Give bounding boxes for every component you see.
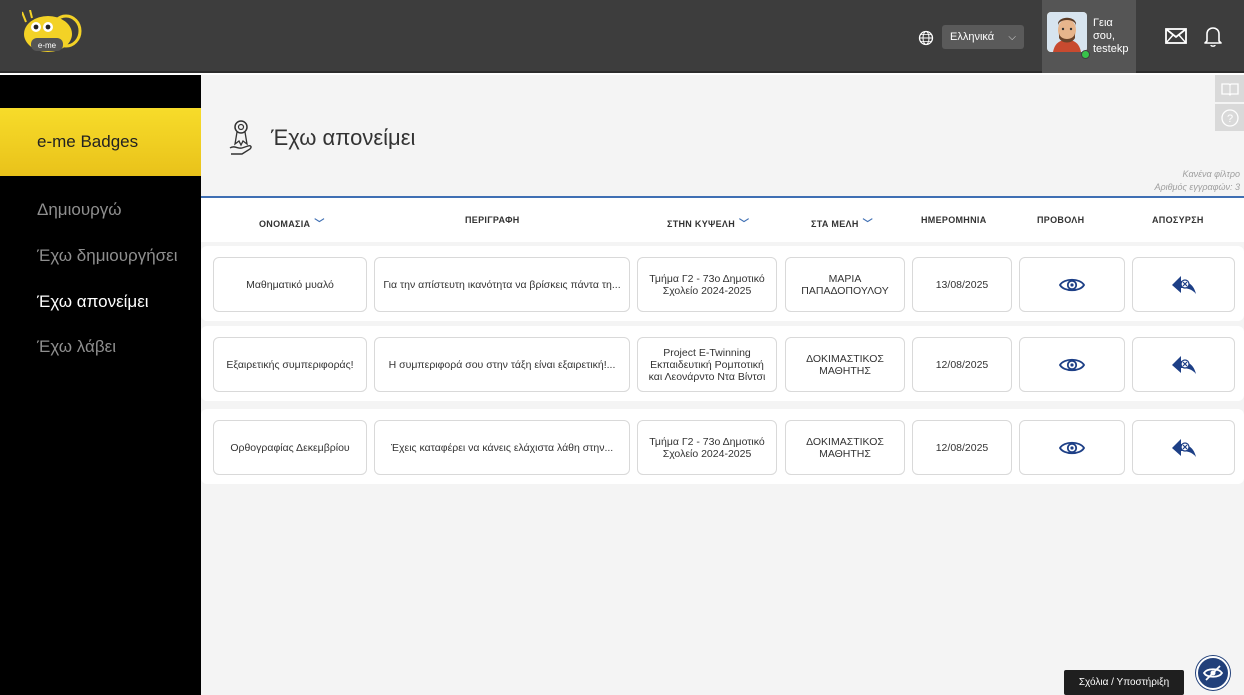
language-label: Ελληνικά — [950, 31, 995, 43]
book-icon — [1220, 82, 1239, 96]
help-button[interactable]: ? — [1215, 104, 1244, 131]
badge-name-cell[interactable]: Μαθηματικό μυαλό — [213, 257, 367, 312]
column-header-member-label: ΣΤΑ ΜΕΛΗ — [811, 219, 859, 229]
eye-icon — [1059, 358, 1085, 371]
avatar-image-icon — [1047, 12, 1087, 52]
view-button[interactable] — [1019, 337, 1125, 392]
hive-cell[interactable]: Τμήμα Γ2 - 73ο Δημοτικό Σχολείο 2024-202… — [637, 257, 777, 312]
globe-icon — [918, 30, 934, 46]
column-header-date: ΗΜΕΡΟΜΗΝΙΑ — [921, 215, 987, 225]
column-header-description: ΠΕΡΙΓΡΑΦΗ — [465, 215, 520, 225]
feedback-support-button[interactable]: Σχόλια / Υποστήριξη — [1064, 670, 1184, 695]
member-cell[interactable]: ΜΑΡΙΑ ΠΑΠΑΔΟΠΟΥΛΟΥ — [785, 257, 905, 312]
table-row: Μαθηματικό μυαλό Για την απίστευτη ικανό… — [201, 246, 1244, 321]
column-header-hive-label: ΣΤΗΝ ΚΥΨΕΛΗ — [667, 219, 735, 229]
guide-button[interactable] — [1215, 75, 1244, 102]
greeting-text: Γεια σου, — [1093, 17, 1115, 42]
eye-icon — [1059, 441, 1085, 454]
column-header-name[interactable]: ΟΝΟΜΑΣΙΑ ﹀ — [259, 215, 325, 230]
bell-icon[interactable] — [1200, 23, 1226, 49]
badge-description-cell[interactable]: Έχεις καταφέρει να κάνεις ελάχιστα λάθη … — [374, 420, 630, 475]
filter-text[interactable]: Κανένα φίλτρο — [1080, 168, 1240, 181]
member-cell[interactable]: ΔΟΚΙΜΑΣΤΙΚΟΣ ΜΑΘΗΤΗΣ — [785, 420, 905, 475]
view-button[interactable] — [1019, 257, 1125, 312]
badge-description-text: Η συμπεριφορά σου στην τάξη είναι εξαιρε… — [388, 358, 616, 371]
date-cell: 13/08/2025 — [912, 257, 1012, 312]
revoke-button[interactable] — [1132, 337, 1235, 392]
online-status-dot — [1081, 50, 1090, 59]
user-greeting[interactable]: Γεια σου, testekp — [1093, 17, 1137, 56]
badge-description-text: Για την απίστευτη ικανότητα να βρίσκεις … — [383, 278, 621, 291]
badge-name-cell[interactable]: Ορθογραφίας Δεκεμβρίου — [213, 420, 367, 475]
language-select[interactable]: Ελληνικά ⌵ — [942, 25, 1024, 49]
eye-icon — [1059, 278, 1085, 291]
badge-description-cell[interactable]: Για την απίστευτη ικανότητα να βρίσκεις … — [374, 257, 630, 312]
revoke-button[interactable] — [1132, 420, 1235, 475]
column-header-view: ΠΡΟΒΟΛΗ — [1037, 215, 1085, 225]
sidebar-item-awarded[interactable]: Έχω απονείμει — [37, 292, 149, 312]
username-text: testekp — [1093, 43, 1129, 55]
sort-chevron-icon: ﹀ — [739, 219, 750, 230]
filter-status: Κανένα φίλτρο Αριθμός εγγραφών: 3 — [1080, 168, 1240, 194]
hidden-eye-icon — [1202, 665, 1224, 681]
chevron-down-icon: ⌵ — [1008, 32, 1016, 43]
badge-name-cell[interactable]: Εξαιρετικής συμπεριφοράς! — [213, 337, 367, 392]
date-cell: 12/08/2025 — [912, 337, 1012, 392]
hive-cell[interactable]: Project E-Twinning Εκπαιδευτική Ρομποτικ… — [637, 337, 777, 392]
sidebar-item-create[interactable]: Δημιουργώ — [37, 200, 122, 220]
sidebar-title[interactable]: e-me Badges — [0, 108, 201, 176]
column-header-name-label: ΟΝΟΜΑΣΙΑ — [259, 219, 311, 229]
revoke-badge-icon — [1171, 438, 1196, 457]
column-header-member[interactable]: ΣΤΑ ΜΕΛΗ ﹀ — [811, 215, 873, 230]
date-cell: 12/08/2025 — [912, 420, 1012, 475]
sort-chevron-icon: ﹀ — [862, 219, 873, 230]
page-title: Έχω απονείμει — [271, 125, 416, 150]
badge-award-icon — [229, 120, 252, 155]
badges-table: ΟΝΟΜΑΣΙΑ ﹀ ΠΕΡΙΓΡΑΦΗ ΣΤΗΝ ΚΥΨΕΛΗ ﹀ ΣΤΑ ΜΕΛ… — [201, 196, 1244, 689]
badge-description-text: Έχεις καταφέρει να κάνεις ελάχιστα λάθη … — [390, 441, 614, 454]
avatar[interactable] — [1047, 12, 1087, 52]
svg-text:?: ? — [1226, 113, 1232, 125]
badge-description-cell[interactable]: Η συμπεριφορά σου στην τάξη είναι εξαιρε… — [374, 337, 630, 392]
revoke-badge-icon — [1171, 275, 1196, 294]
top-bar: e-me Ελληνικά ⌵ Γεια σου, testekp — [0, 0, 1244, 73]
table-row: Εξαιρετικής συμπεριφοράς! Η συμπεριφορά … — [201, 326, 1244, 401]
table-header: ΟΝΟΜΑΣΙΑ ﹀ ΠΕΡΙΓΡΑΦΗ ΣΤΗΝ ΚΥΨΕΛΗ ﹀ ΣΤΑ ΜΕΛ… — [201, 196, 1244, 242]
records-count: Αριθμός εγγραφών: 3 — [1154, 182, 1240, 192]
revoke-button[interactable] — [1132, 257, 1235, 312]
logo-text: e-me — [38, 41, 57, 50]
sort-chevron-icon: ﹀ — [314, 219, 325, 230]
column-header-hive[interactable]: ΣΤΗΝ ΚΥΨΕΛΗ ﹀ — [667, 215, 749, 230]
question-icon: ? — [1220, 108, 1239, 127]
sidebar-item-created[interactable]: Έχω δημιουργήσει — [37, 246, 178, 266]
member-cell[interactable]: ΔΟΚΙΜΑΣΤΙΚΟΣ ΜΑΘΗΤΗΣ — [785, 337, 905, 392]
view-button[interactable] — [1019, 420, 1125, 475]
right-tools: ? — [1215, 75, 1244, 131]
mail-icon[interactable] — [1163, 23, 1189, 49]
table-row: Ορθογραφίας Δεκεμβρίου Έχεις καταφέρει ν… — [201, 409, 1244, 484]
column-header-revoke: ΑΠΟΣΥΡΣΗ — [1152, 215, 1204, 225]
e-me-logo-icon[interactable]: e-me — [22, 10, 82, 62]
revoke-badge-icon — [1171, 355, 1196, 374]
accessibility-fab-button[interactable] — [1196, 656, 1230, 690]
sidebar-item-received[interactable]: Έχω λάβει — [37, 337, 116, 357]
hive-cell[interactable]: Τμήμα Γ2 - 73ο Δημοτικό Σχολείο 2024-202… — [637, 420, 777, 475]
